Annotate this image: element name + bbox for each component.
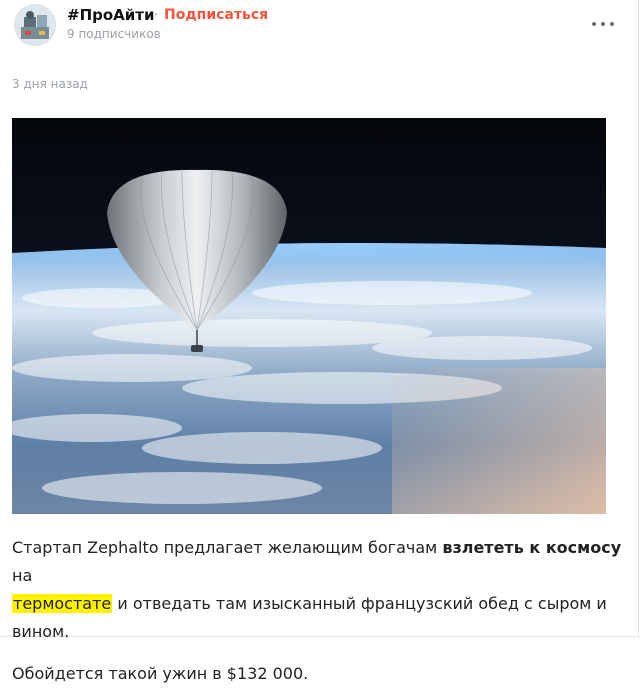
more-dots-icon[interactable] [588,12,618,36]
post-text: Стартап Zephalto предлагает желающим бог… [12,534,622,688]
post-text-highlight: термостате [12,594,113,613]
subscriber-count: 9 подписчиков [67,27,161,41]
channel-avatar[interactable] [14,4,56,46]
channel-name[interactable]: #ПроАйти [67,6,155,24]
subscribe-button[interactable]: Подписаться [164,7,268,23]
post-text-bold: взлететь к космосу [442,538,622,557]
post-image[interactable] [2,118,606,514]
post-paragraph-1: Стартап Zephalto предлагает желающим бог… [12,534,622,646]
post-date: 3 дня назад [12,77,88,91]
post-text-start: Стартап Zephalto предлагает желающим бог… [12,538,443,557]
avatar-illustration-icon [15,5,55,45]
header-separator: · [154,7,159,23]
post-paragraph-2: Обойдется такой ужин в $132 000. [12,664,309,683]
post-text-after: на [12,566,33,585]
balloon-over-earth-image [2,118,606,514]
post-header: #ПроАйти · Подписаться 9 подписчиков [14,4,626,48]
